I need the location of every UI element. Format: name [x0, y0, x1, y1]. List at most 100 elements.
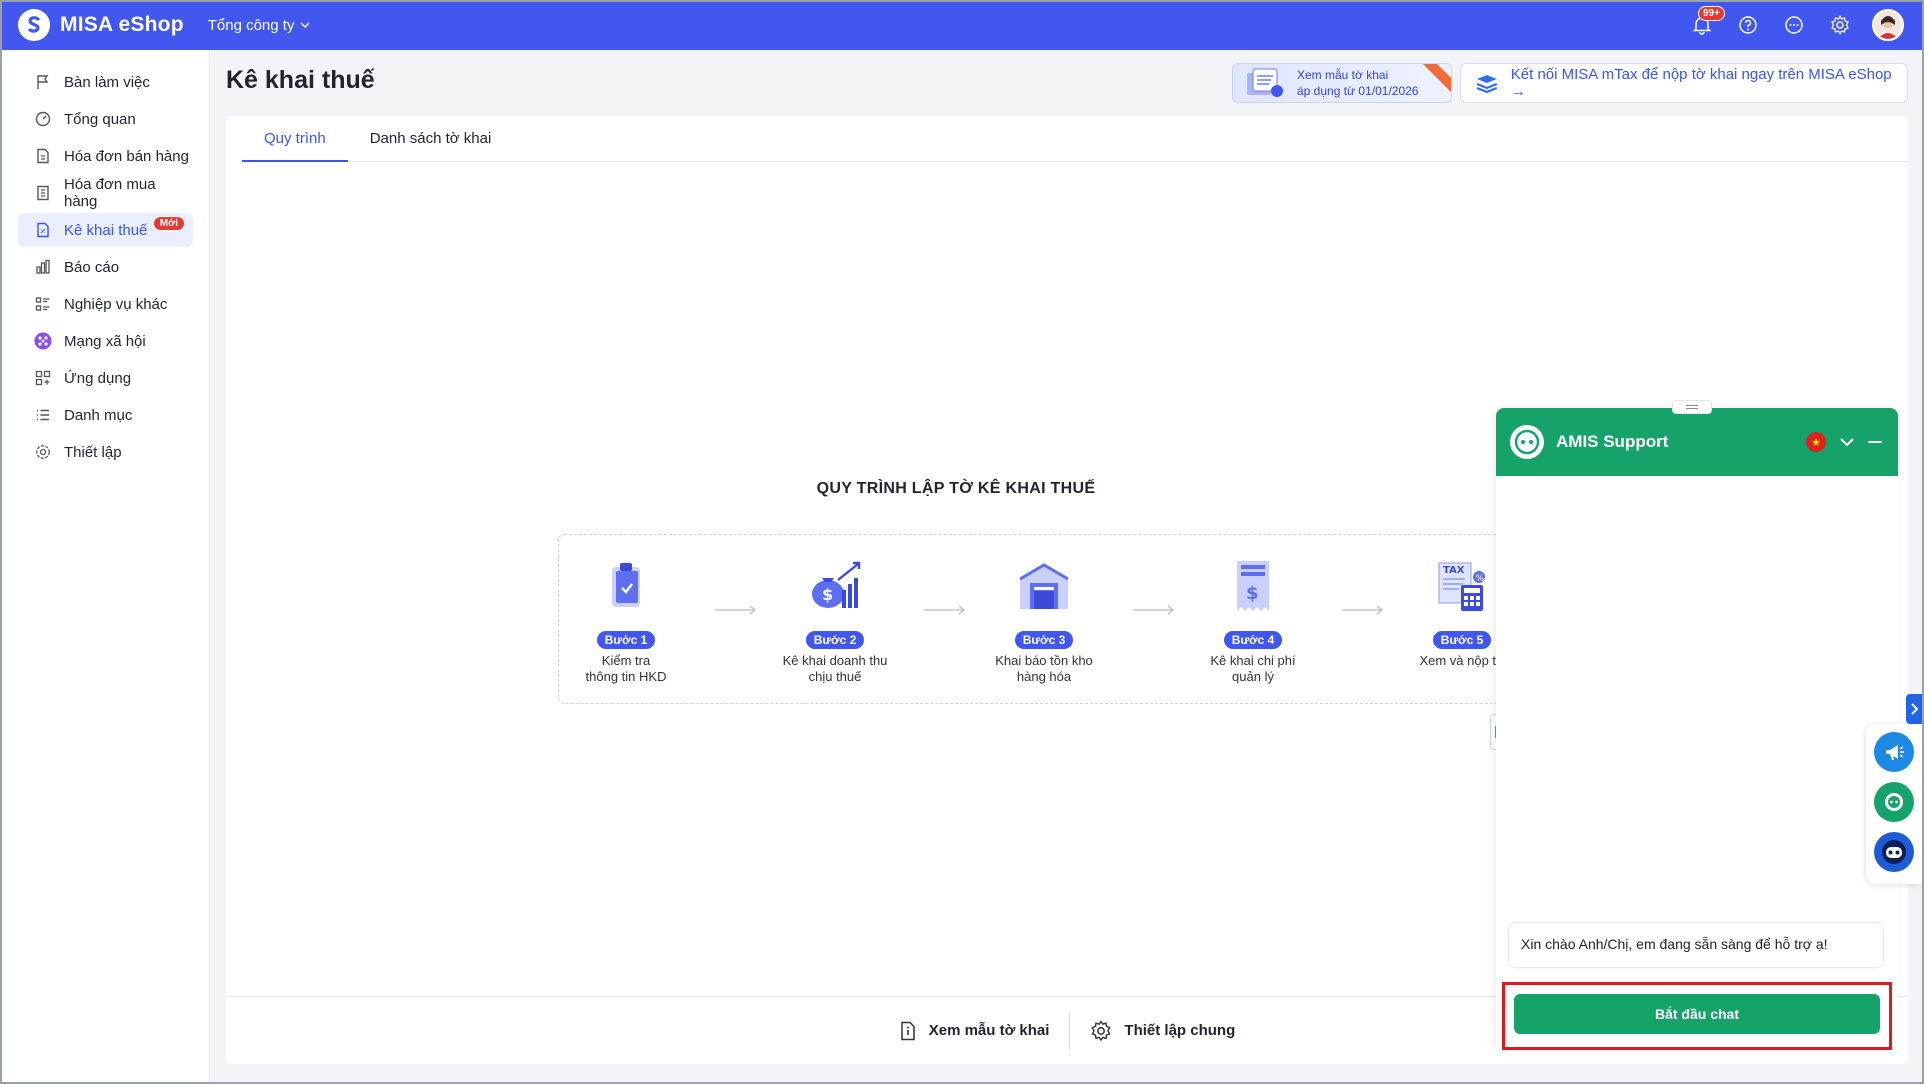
step-3[interactable]: Bước 3 Khai báo tồn kho hàng hóa [969, 555, 1119, 685]
sidebar-item-label: Báo cáo [64, 258, 120, 276]
view-sample-promo-banner[interactable]: Xem mẫu tờ khai áp dụng từ 01/01/2026 [1232, 63, 1452, 103]
view-sample-label: Xem mẫu tờ khai [928, 1022, 1050, 1039]
process-steps-box: Bước 1 Kiểm tra thông tin HKD $ Bước 2 Kê… [558, 534, 1518, 704]
sidebar-item-sales-invoice[interactable]: Hóa đơn bán hàng [18, 139, 193, 173]
sidebar-item-label: Hóa đơn mua hàng [63, 176, 156, 210]
sidebar-item-label: Hóa đơn bán hàng [64, 147, 189, 165]
chat-drag-handle[interactable] [1672, 400, 1712, 414]
app-name: MISA eShop [60, 13, 184, 36]
company-selector[interactable]: Tổng công ty [208, 17, 311, 34]
expense-receipt-icon: $ [1178, 555, 1328, 617]
sidebar-item-catalog[interactable]: Danh mục [18, 398, 193, 432]
sidebar-item-purchase-invoice[interactable]: Hóa đơn mua hàng [18, 176, 193, 210]
step-arrow-icon [715, 605, 757, 615]
start-chat-button[interactable]: Bắt đầu chat [1514, 994, 1880, 1034]
sidebar-item-label: Bàn làm việc [64, 73, 150, 91]
chat-greeting-message: Xin chào Anh/Chị, em đang sẵn sàng để hỗ… [1508, 922, 1884, 968]
warehouse-icon [969, 555, 1119, 617]
step-1[interactable]: Bước 1 Kiểm tra thông tin HKD [559, 555, 701, 685]
step-badge: Bước 4 [1223, 631, 1283, 649]
announcement-icon[interactable] [1874, 732, 1914, 772]
step-desc-line2: quản lý [1232, 669, 1274, 684]
general-settings-label: Thiết lập chung [1124, 1022, 1236, 1039]
sidebar-item-label: Ứng dụng [64, 369, 132, 387]
list-icon [34, 295, 52, 313]
sidebar-item-label: Nghiệp vụ khác [64, 295, 168, 313]
sidebar-item-settings[interactable]: Thiết lập [18, 435, 193, 469]
sidebar-item-label: Mạng xã hội [64, 332, 146, 350]
step-desc-line1: Kiểm tra [601, 653, 651, 668]
gear-icon [34, 443, 52, 461]
sidebar-item-overview[interactable]: Tổng quan [18, 102, 193, 136]
sidebar-nav: Bàn làm việc Tổng quan Hóa đơn bán hàng … [2, 50, 209, 469]
connect-mtax-banner[interactable]: Kết nối MISA mTax để nộp tờ khai ngay tr… [1460, 63, 1908, 103]
step-badge: Bước 5 [1432, 631, 1492, 649]
sidebar-item-reports[interactable]: Báo cáo [18, 250, 193, 284]
sidebar-item-other-operations[interactable]: Nghiệp vụ khác [18, 287, 193, 321]
tab-declaration-list[interactable]: Danh sách tờ khai [348, 116, 514, 162]
amis-support-bot-icon[interactable] [1874, 782, 1914, 822]
sidebar-item-label: Kê khai thuế [64, 221, 148, 239]
misa-logo-icon[interactable] [18, 9, 50, 41]
minimize-icon[interactable] [1868, 440, 1882, 444]
notification-count-badge: 99+ [1698, 6, 1725, 21]
mtax-logo-icon [1476, 75, 1498, 93]
step-arrow-icon [924, 605, 966, 615]
dashboard-icon [34, 110, 52, 128]
promo-sample-line2: áp dụng từ 01/01/2026 [1297, 84, 1419, 98]
tax-label: TAX [1443, 565, 1465, 576]
step-4[interactable]: $ Bước 4 Kê khai chi phí quản lý [1178, 555, 1328, 685]
vietnam-flag-icon[interactable]: ★ [1806, 432, 1826, 452]
chevron-right-icon [1911, 703, 1918, 715]
step-arrow-icon [1133, 605, 1175, 615]
step-desc-line1: Kê khai chi phí [1210, 653, 1296, 668]
step-badge: Bước 3 [1014, 631, 1074, 649]
step-desc-line2: chịu thuế [808, 669, 862, 684]
page-title: Kê khai thuế [226, 66, 375, 94]
view-sample-button[interactable]: Xem mẫu tờ khai [879, 1021, 1070, 1041]
document-info-icon [900, 1021, 915, 1040]
menu-list-icon [34, 406, 52, 424]
promo-sample-line1: Xem mẫu tờ khai [1297, 68, 1389, 82]
step-desc-line2: hàng hóa [1016, 669, 1072, 684]
user-avatar[interactable] [1872, 9, 1904, 41]
new-badge: Mới [152, 216, 185, 231]
top-bar: MISA eShop Tổng công ty 99+ [0, 0, 1924, 50]
help-icon[interactable] [1734, 11, 1762, 39]
sidebar-item-social[interactable]: Mạng xã hội [18, 324, 193, 358]
tab-process[interactable]: Quy trình [242, 116, 348, 162]
sidebar-item-tax-declaration[interactable]: Kê khai thuế Mới [18, 213, 193, 247]
company-name: Tổng công ty [207, 16, 295, 34]
expand-panel-tab[interactable] [1906, 694, 1922, 724]
sidebar-item-label: Tổng quan [64, 110, 136, 128]
new-ribbon [1420, 64, 1451, 96]
chat-widget: AMIS Support ★ Xin chào Anh/Chị, em đang… [1496, 400, 1898, 1050]
revenue-growth-icon: $ [760, 555, 910, 617]
notification-bell-icon[interactable]: 99+ [1688, 6, 1725, 39]
apps-icon [34, 369, 52, 387]
gear-icon [1091, 1019, 1112, 1041]
step-desc-line1: Khai báo tồn kho [995, 653, 1093, 668]
sidebar-item-workspace[interactable]: Bàn làm việc [18, 65, 193, 99]
step-badge: Bước 2 [805, 631, 865, 649]
svg-text:%: % [1476, 574, 1485, 584]
step-desc-line2: thông tin HKD [585, 669, 667, 684]
chat-bubble-icon[interactable] [1780, 11, 1808, 39]
chevron-down-icon[interactable] [1840, 437, 1854, 447]
connect-mtax-text: Kết nối MISA mTax để nộp tờ khai ngay tr… [1510, 66, 1892, 100]
sidebar-item-apps[interactable]: Ứng dụng [18, 361, 193, 395]
step-2[interactable]: $ Bước 2 Kê khai doanh thu chịu thuế [760, 555, 910, 685]
invoice-icon [34, 147, 52, 165]
chat-header: AMIS Support ★ [1496, 408, 1898, 476]
chevron-down-icon [300, 22, 310, 28]
general-settings-button[interactable]: Thiết lập chung [1070, 1019, 1255, 1042]
svg-text:$: $ [822, 585, 833, 604]
flag-icon [34, 73, 52, 91]
assistant-robot-icon[interactable] [1874, 832, 1914, 872]
settings-gear-icon[interactable] [1826, 11, 1854, 39]
sidebar: Bàn làm việc Tổng quan Hóa đơn bán hàng … [2, 50, 210, 1082]
clipboard-check-icon [559, 555, 701, 617]
tab-bar: Quy trình Danh sách tờ khai [242, 116, 1908, 162]
floating-action-dock [1866, 724, 1922, 884]
step-badge: Bước 1 [596, 631, 656, 649]
